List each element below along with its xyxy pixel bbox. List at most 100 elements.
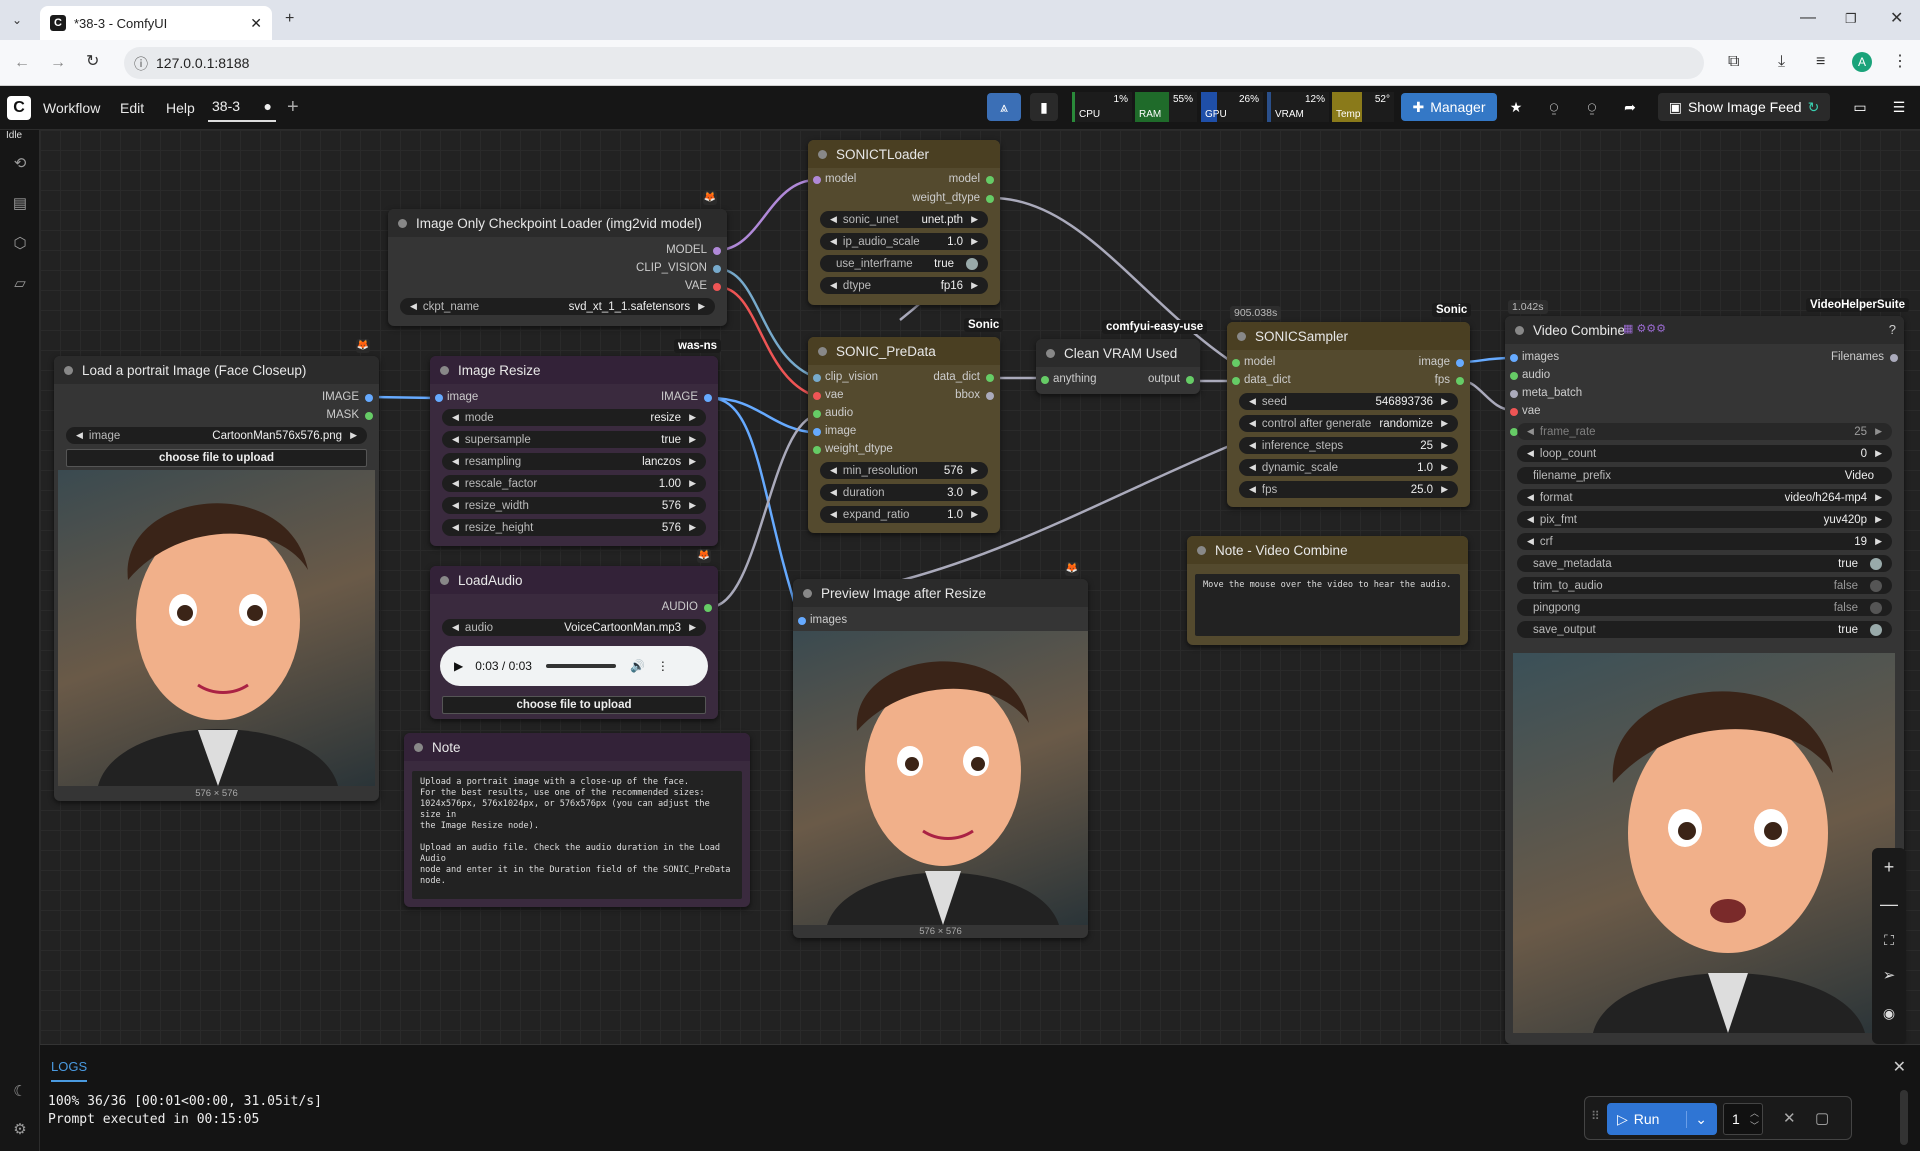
- node-title[interactable]: SONICSampler: [1227, 322, 1470, 350]
- stop-icon[interactable]: ▢: [1815, 1109, 1829, 1127]
- input-image-slot[interactable]: [813, 428, 821, 436]
- loop-count-widget[interactable]: loop_count0: [1517, 445, 1892, 462]
- output-mask-slot[interactable]: [365, 412, 373, 420]
- video-preview[interactable]: [1513, 653, 1895, 1033]
- node-load-audio[interactable]: LoadAudio AUDIO audioVoiceCartoonMan.mp3…: [430, 566, 718, 719]
- output-slot[interactable]: [1186, 376, 1194, 384]
- history-icon[interactable]: ⟲: [10, 154, 30, 174]
- node-title[interactable]: Load a portrait Image (Face Closeup): [54, 356, 379, 384]
- node-image-resize[interactable]: Image Resize image IMAGE moderesize supe…: [430, 356, 718, 546]
- crf-widget[interactable]: crf19: [1517, 533, 1892, 550]
- node-title[interactable]: Video Combine: [1505, 316, 1904, 344]
- node-sonic-sampler[interactable]: SONICSampler model data_dict image fps s…: [1227, 322, 1470, 507]
- node-title[interactable]: Note: [404, 733, 750, 761]
- output-data-dict-slot[interactable]: [986, 374, 994, 382]
- output-audio-slot[interactable]: [704, 604, 712, 612]
- reload-icon[interactable]: ↻: [86, 54, 99, 70]
- control-after-generate-widget[interactable]: control after generaterandomize: [1239, 415, 1458, 432]
- site-info-icon[interactable]: ⓘ: [134, 54, 148, 74]
- url-field[interactable]: ⓘ 127.0.0.1:8188: [124, 47, 1704, 79]
- sonic-unet-widget[interactable]: sonic_unetunet.pth: [820, 211, 988, 228]
- new-tab-icon[interactable]: +: [285, 11, 294, 27]
- input-weight-dtype-slot[interactable]: [813, 446, 821, 454]
- mode-widget[interactable]: moderesize: [442, 409, 706, 426]
- node-video-combine[interactable]: Video Combine ▦ ⚙⚙⚙ ? images audio meta_…: [1505, 316, 1904, 1044]
- audio-select-widget[interactable]: audioVoiceCartoonMan.mp3: [442, 619, 706, 636]
- rescale-factor-widget[interactable]: rescale_factor1.00: [442, 475, 706, 492]
- media-icon[interactable]: ≡: [1816, 54, 1825, 70]
- dynamic-scale-widget[interactable]: dynamic_scale1.0: [1239, 459, 1458, 476]
- node-title[interactable]: Note - Video Combine: [1187, 536, 1468, 564]
- zoom-out-icon[interactable]: —: [1874, 889, 1904, 919]
- input-model-slot[interactable]: [1232, 359, 1240, 367]
- node-title[interactable]: Preview Image after Resize: [793, 579, 1088, 607]
- use-interframe-toggle[interactable]: use_interframe true: [820, 255, 988, 272]
- node-note[interactable]: Note Upload a portrait image with a clos…: [404, 733, 750, 907]
- output-model-slot[interactable]: [713, 247, 721, 255]
- output-vae-slot[interactable]: [713, 283, 721, 291]
- output-clip-vision-slot[interactable]: [713, 265, 721, 273]
- input-model-slot[interactable]: [813, 176, 821, 184]
- input-images-slot[interactable]: [798, 617, 806, 625]
- restore-icon[interactable]: ❐: [1845, 11, 1857, 27]
- window-close-icon[interactable]: ✕: [1890, 11, 1903, 27]
- input-audio-slot[interactable]: [1510, 372, 1518, 380]
- audio-more-icon[interactable]: ⋮: [657, 659, 669, 673]
- node-sonic-loader[interactable]: SONICTLoader model model weight_dtype so…: [808, 140, 1000, 305]
- node-note-video-combine[interactable]: Note - Video Combine Move the mouse over…: [1187, 536, 1468, 645]
- profile-avatar[interactable]: A: [1852, 52, 1872, 72]
- model-icon[interactable]: ⍜: [1542, 93, 1566, 121]
- resize-height-widget[interactable]: resize_height576: [442, 519, 706, 536]
- expand-ratio-widget[interactable]: expand_ratio1.0: [820, 506, 988, 523]
- frame-rate-widget[interactable]: frame_rate25: [1517, 423, 1892, 440]
- logs-tab[interactable]: LOGS: [51, 1059, 88, 1082]
- manager-button[interactable]: ✚ Manager: [1401, 93, 1497, 121]
- close-logs-icon[interactable]: ✕: [1893, 1057, 1906, 1077]
- input-vae-slot[interactable]: [1510, 408, 1518, 416]
- download-icon[interactable]: ⤓: [1778, 54, 1785, 70]
- drag-handle-icon[interactable]: ⠿: [1591, 1109, 1600, 1123]
- menu-workflow[interactable]: Workflow: [43, 100, 100, 116]
- zoom-in-icon[interactable]: +: [1874, 852, 1904, 882]
- bookmark-icon[interactable]: ▮: [1030, 93, 1058, 121]
- output-weight-dtype-slot[interactable]: [986, 195, 994, 203]
- input-vae-slot[interactable]: [813, 392, 821, 400]
- input-meta-batch-slot[interactable]: [1510, 390, 1518, 398]
- queue-list-icon[interactable]: ▤: [10, 194, 30, 214]
- audio-seek-bar[interactable]: [545, 664, 616, 668]
- panel-toggle-icon[interactable]: ▭: [1848, 93, 1872, 121]
- node-clean-vram[interactable]: Clean VRAM Used anything output: [1036, 339, 1200, 394]
- help-icon[interactable]: ?: [1889, 322, 1896, 337]
- min-resolution-widget[interactable]: min_resolution576: [820, 462, 988, 479]
- node-preview-image[interactable]: Preview Image after Resize images 576 × …: [793, 579, 1088, 938]
- resampling-widget[interactable]: resamplinglanczos: [442, 453, 706, 470]
- save-metadata-toggle[interactable]: save_metadata true: [1517, 555, 1892, 572]
- play-icon[interactable]: ▶: [454, 659, 463, 673]
- input-clip-vision-slot[interactable]: [813, 374, 821, 382]
- format-widget[interactable]: formatvideo/h264-mp4: [1517, 489, 1892, 506]
- minimize-icon[interactable]: —: [1800, 10, 1816, 26]
- note-textarea[interactable]: Upload a portrait image with a close-up …: [412, 771, 742, 899]
- batch-count-input[interactable]: 1 ︿ ﹀: [1723, 1103, 1763, 1135]
- fps-widget[interactable]: fps25.0: [1239, 481, 1458, 498]
- browser-tab[interactable]: C *38-3 - ComfyUI ✕: [40, 6, 272, 40]
- ip-audio-scale-widget[interactable]: ip_audio_scale1.0: [820, 233, 988, 250]
- run-dropdown-icon[interactable]: ⌄: [1686, 1110, 1707, 1128]
- trim-to-audio-toggle[interactable]: trim_to_audio false: [1517, 577, 1892, 594]
- ckpt-name-widget[interactable]: ckpt_name svd_xt_1_1.safetensors: [400, 298, 715, 315]
- theme-moon-icon[interactable]: ☾: [10, 1082, 30, 1102]
- queue-icon[interactable]: ⩓: [987, 93, 1021, 121]
- toggle-links-eye-icon[interactable]: ◉: [1874, 998, 1904, 1028]
- seed-widget[interactable]: seed546893736: [1239, 393, 1458, 410]
- stepper-icon[interactable]: ︿ ﹀: [1750, 1106, 1759, 1132]
- volume-icon[interactable]: 🔊: [630, 659, 645, 673]
- filename-prefix-widget[interactable]: filename_prefix Video: [1517, 467, 1892, 484]
- model-library-icon[interactable]: ⬡: [10, 234, 30, 254]
- output-fps-slot[interactable]: [1456, 377, 1464, 385]
- close-tab-icon[interactable]: ✕: [250, 15, 262, 32]
- tab-search-icon[interactable]: ⌄: [12, 12, 22, 28]
- hamburger-menu-icon[interactable]: ☰: [1887, 93, 1911, 121]
- model-alt-icon[interactable]: ⍜: [1580, 93, 1604, 121]
- duration-widget[interactable]: duration3.0: [820, 484, 988, 501]
- add-workflow-icon[interactable]: +: [287, 96, 299, 119]
